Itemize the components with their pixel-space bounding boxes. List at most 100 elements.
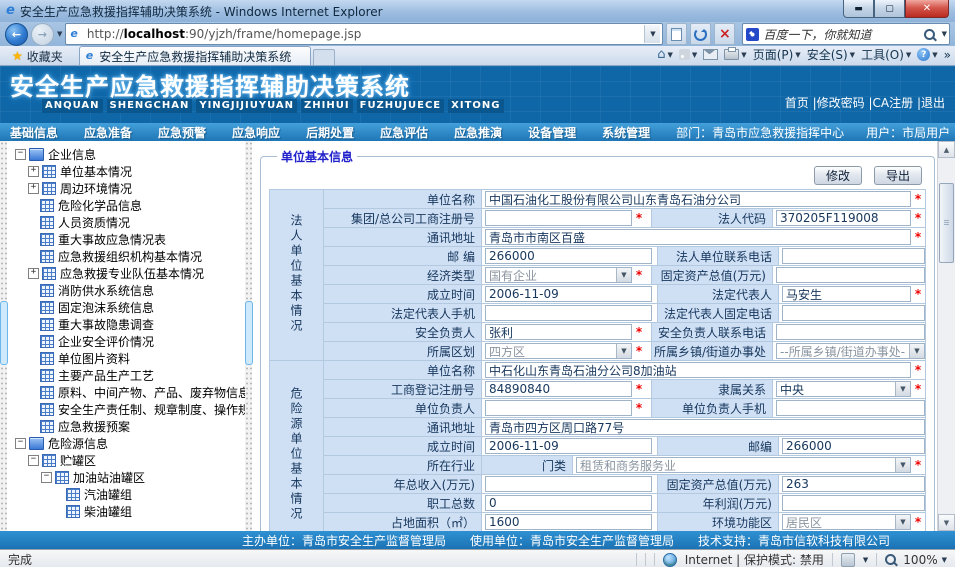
input-field[interactable]: 中石化山东青岛石油分公司8加油站: [485, 362, 911, 378]
header-link-0[interactable]: 首页: [785, 96, 809, 110]
menu-item-8[interactable]: 系统管理: [602, 124, 650, 141]
panel-splitter[interactable]: [245, 141, 252, 531]
input-field[interactable]: 1600: [485, 514, 652, 530]
expand-box-icon[interactable]: +: [28, 268, 39, 279]
overflow-chevron[interactable]: »: [944, 48, 951, 62]
tree-item-label[interactable]: 危险化学品信息: [58, 197, 142, 214]
menu-item-4[interactable]: 后期处置: [306, 124, 354, 141]
header-link-3[interactable]: 退出: [921, 96, 945, 110]
input-field[interactable]: 张利: [485, 324, 632, 340]
input-field[interactable]: 263: [782, 476, 925, 492]
tree-item[interactable]: 危险化学品信息: [7, 197, 245, 214]
select-field[interactable]: 国有企业▼: [485, 267, 632, 283]
tree-item[interactable]: 柴油罐组: [7, 503, 245, 520]
print-button[interactable]: ▼: [724, 49, 746, 60]
help-button[interactable]: ?▼: [917, 48, 937, 61]
tree-item[interactable]: 应急救援预案: [7, 418, 245, 435]
form-scrollbar[interactable]: ▲ ▼: [937, 141, 955, 531]
chevron-down-icon[interactable]: ▼: [895, 458, 910, 472]
collapse-box-icon[interactable]: −: [15, 149, 26, 160]
tree-item[interactable]: +单位基本情况: [7, 163, 245, 180]
input-field[interactable]: [776, 267, 925, 283]
select-field[interactable]: 中央▼: [776, 381, 911, 397]
tree-item[interactable]: − 贮罐区: [7, 452, 245, 469]
close-button[interactable]: ✕: [905, 0, 949, 18]
tree-item[interactable]: 企业安全评价情况: [7, 333, 245, 350]
input-field[interactable]: 84890840: [485, 381, 632, 397]
header-link-1[interactable]: 修改密码: [817, 96, 865, 110]
tree-item[interactable]: −加油站油罐区: [7, 469, 245, 486]
chevron-down-icon[interactable]: ▼: [895, 382, 910, 396]
input-field[interactable]: [776, 400, 925, 416]
protected-mode-dropdown-icon[interactable]: ▼: [863, 556, 868, 564]
chevron-down-icon[interactable]: ▼: [909, 344, 924, 358]
history-dropdown-icon[interactable]: ▼: [57, 30, 62, 38]
collapse-box-icon[interactable]: −: [41, 472, 52, 483]
input-field[interactable]: 370205F119008: [776, 210, 911, 226]
tree-item-label[interactable]: 消防供水系统信息: [58, 282, 154, 299]
input-field[interactable]: [782, 305, 925, 321]
tree-item[interactable]: 固定泡沫系统信息: [7, 299, 245, 316]
menu-item-7[interactable]: 设备管理: [528, 124, 576, 141]
collapse-box-icon[interactable]: −: [15, 438, 26, 449]
input-field[interactable]: [782, 248, 925, 264]
tree-item[interactable]: 人员资质情况: [7, 214, 245, 231]
left-splitter[interactable]: [0, 141, 7, 531]
select-field[interactable]: 居民区▼: [782, 514, 911, 530]
tools-menu-button[interactable]: 工具(O)▼: [861, 46, 911, 63]
tree-item-label[interactable]: 固定泡沫系统信息: [58, 299, 154, 316]
minimize-button[interactable]: ▬: [843, 0, 874, 18]
tree-item[interactable]: 应急救援组织机构基本情况: [7, 248, 245, 265]
tree-item-label[interactable]: 企业信息: [48, 146, 96, 163]
collapse-box-icon[interactable]: −: [28, 455, 39, 466]
tree-item-label[interactable]: 重大事故应急情况表: [58, 231, 166, 248]
refresh-button[interactable]: [690, 23, 711, 45]
menu-item-1[interactable]: 应急准备: [84, 124, 132, 141]
favorites-button[interactable]: ★ 收藏夹: [4, 47, 71, 65]
tree-item-label[interactable]: 单位基本情况: [60, 163, 132, 180]
tree-item[interactable]: − 危险源信息: [7, 435, 245, 452]
tree-item[interactable]: − 企业信息: [7, 146, 245, 163]
export-button[interactable]: 导出: [874, 166, 922, 185]
menu-item-5[interactable]: 应急评估: [380, 124, 428, 141]
menu-item-6[interactable]: 应急推演: [454, 124, 502, 141]
tree-item[interactable]: 安全生产责任制、规章制度、操作规程信息: [7, 401, 245, 418]
input-field[interactable]: 青岛市市南区百盛: [485, 229, 911, 245]
tree-item[interactable]: 汽油罐组: [7, 486, 245, 503]
search-icon[interactable]: [924, 29, 935, 40]
tree-item-label[interactable]: 主要产品生产工艺: [58, 367, 154, 384]
left-collapse-handle[interactable]: [0, 301, 8, 365]
safety-menu-button[interactable]: 安全(S)▼: [807, 46, 855, 63]
chevron-down-icon[interactable]: ▼: [895, 515, 910, 529]
tree-item-label[interactable]: 单位图片资料: [58, 350, 130, 367]
compatibility-view-button[interactable]: [666, 23, 687, 45]
tree-item[interactable]: 原料、中间产物、产品、废弃物信息: [7, 384, 245, 401]
select-field[interactable]: 租赁和商务服务业▼: [576, 457, 911, 473]
chevron-down-icon[interactable]: ▼: [616, 268, 631, 282]
tree-item-label[interactable]: 人员资质情况: [58, 214, 130, 231]
chevron-down-icon[interactable]: ▼: [616, 344, 631, 358]
tree-item[interactable]: + 应急救援专业队伍基本情况: [7, 265, 245, 282]
scroll-down-button[interactable]: ▼: [938, 514, 955, 531]
scroll-thumb[interactable]: [939, 183, 954, 263]
tree-item-label[interactable]: 周边环境情况: [60, 180, 132, 197]
active-tab[interactable]: e 安全生产应急救援指挥辅助决策系统: [79, 46, 311, 65]
input-field[interactable]: 中国石油化工股份有限公司山东青岛石油分公司: [485, 191, 911, 207]
zoom-dropdown-icon[interactable]: ▼: [942, 556, 947, 564]
forward-button[interactable]: →: [31, 23, 54, 46]
page-menu-button[interactable]: 页面(P)▼: [753, 46, 801, 63]
tree-item-label[interactable]: 应急救援专业队伍基本情况: [60, 265, 204, 282]
feeds-button[interactable]: ▼: [679, 49, 697, 60]
tree-item-label[interactable]: 贮罐区: [60, 452, 96, 469]
expand-box-icon[interactable]: +: [28, 183, 39, 194]
read-mail-button[interactable]: [703, 49, 718, 60]
maximize-button[interactable]: ▢: [874, 0, 905, 18]
input-field[interactable]: [485, 400, 632, 416]
tree-item-label[interactable]: 安全生产责任制、规章制度、操作规程信息: [58, 401, 245, 418]
input-field[interactable]: [776, 324, 925, 340]
input-field[interactable]: 266000: [782, 438, 925, 454]
scroll-up-button[interactable]: ▲: [938, 141, 955, 158]
tree-item[interactable]: 重大事故应急情况表: [7, 231, 245, 248]
input-field[interactable]: 0: [485, 495, 652, 511]
tree-item-label[interactable]: 危险源信息: [48, 435, 108, 452]
